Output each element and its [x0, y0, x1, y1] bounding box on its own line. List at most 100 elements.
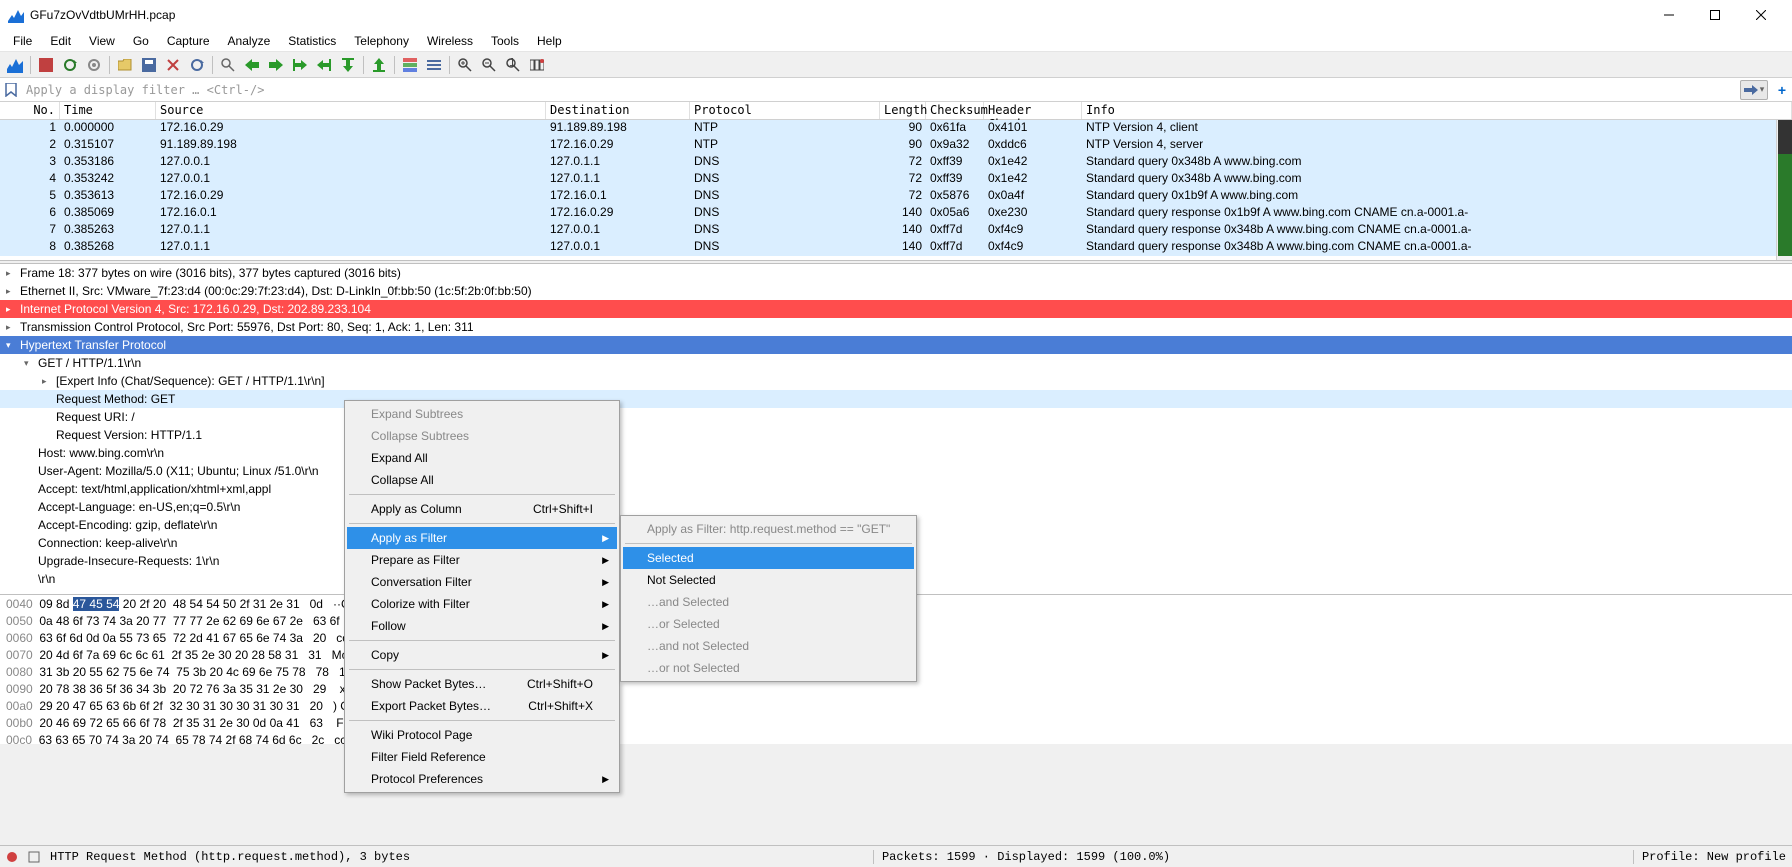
detail-tcp[interactable]: ▸Transmission Control Protocol, Src Port… — [0, 318, 1792, 336]
ctx-apply-filter[interactable]: Apply as Filter▶ — [347, 527, 617, 549]
colorize-icon[interactable] — [399, 54, 421, 76]
zoom-reset-icon[interactable]: 1 — [502, 54, 524, 76]
column-header-destination[interactable]: Destination — [546, 102, 690, 119]
resize-columns-icon[interactable] — [526, 54, 548, 76]
detail-request-version[interactable]: Request Version: HTTP/1.1 — [0, 426, 1792, 444]
maximize-button[interactable] — [1692, 0, 1738, 30]
detail-request-uri[interactable]: Request URI: / — [0, 408, 1792, 426]
packet-row[interactable]: 70.385263127.0.1.1127.0.0.1DNS1400xff7d0… — [0, 222, 1792, 239]
restart-capture-icon[interactable] — [59, 54, 81, 76]
menu-capture[interactable]: Capture — [158, 32, 219, 50]
detail-http[interactable]: ▾Hypertext Transfer Protocol — [0, 336, 1792, 354]
menu-view[interactable]: View — [80, 32, 124, 50]
packet-row[interactable]: 50.353613172.16.0.29172.16.0.1DNS720x587… — [0, 188, 1792, 205]
detail-frame[interactable]: ▸Frame 18: 377 bytes on wire (3016 bits)… — [0, 264, 1792, 282]
go-next-icon[interactable] — [265, 54, 287, 76]
start-capture-icon[interactable] — [4, 54, 26, 76]
go-last-icon[interactable] — [337, 54, 359, 76]
open-file-icon[interactable] — [114, 54, 136, 76]
column-header-checksum[interactable]: Checksum — [926, 102, 984, 119]
capture-options-icon[interactable] — [83, 54, 105, 76]
reload-icon[interactable] — [186, 54, 208, 76]
detail-user-agent[interactable]: User-Agent: Mozilla/5.0 (X11; Ubuntu; Li… — [0, 462, 1792, 480]
go-to-packet-icon[interactable] — [289, 54, 311, 76]
ctx-show-packet-bytes[interactable]: Show Packet Bytes…Ctrl+Shift+O — [347, 673, 617, 695]
zoom-in-icon[interactable] — [454, 54, 476, 76]
packet-row[interactable]: 60.385069172.16.0.1172.16.0.29DNS1400x05… — [0, 205, 1792, 222]
ctx-prepare-filter[interactable]: Prepare as Filter▶ — [347, 549, 617, 571]
ctx-apply-column[interactable]: Apply as ColumnCtrl+Shift+I — [347, 498, 617, 520]
menu-tools[interactable]: Tools — [482, 32, 528, 50]
menu-file[interactable]: File — [4, 32, 41, 50]
display-filter-input[interactable] — [22, 79, 1740, 101]
packet-row[interactable]: 80.385268127.0.1.1127.0.0.1DNS1400xff7d0… — [0, 239, 1792, 256]
packet-row[interactable]: 30.353186127.0.0.1127.0.1.1DNS720xff390x… — [0, 154, 1792, 171]
detail-accept[interactable]: Accept: text/html,application/xhtml+xml,… — [0, 480, 1792, 498]
find-packet-icon[interactable] — [217, 54, 239, 76]
zoom-out-icon[interactable] — [478, 54, 500, 76]
column-header-source[interactable]: Source — [156, 102, 546, 119]
ctx-collapse-all[interactable]: Collapse All — [347, 469, 617, 491]
menu-go[interactable]: Go — [124, 32, 158, 50]
menu-wireless[interactable]: Wireless — [418, 32, 482, 50]
ctx-copy[interactable]: Copy▶ — [347, 644, 617, 666]
packet-list[interactable]: 10.000000172.16.0.2991.189.89.198NTP900x… — [0, 120, 1792, 260]
ctx-follow[interactable]: Follow▶ — [347, 615, 617, 637]
detail-host[interactable]: Host: www.bing.com\r\n — [0, 444, 1792, 462]
ctx2-selected[interactable]: Selected — [623, 547, 914, 569]
menu-separator — [349, 494, 615, 495]
capture-file-icon[interactable] — [28, 851, 40, 863]
statusbar: HTTP Request Method (http.request.method… — [0, 845, 1792, 867]
minimize-button[interactable] — [1646, 0, 1692, 30]
column-header-time[interactable]: Time — [60, 102, 156, 119]
column-header-no[interactable]: No. — [0, 102, 60, 119]
packet-row[interactable]: 10.000000172.16.0.2991.189.89.198NTP900x… — [0, 120, 1792, 137]
filter-apply-button[interactable]: ▾ — [1740, 80, 1768, 100]
go-prev-icon[interactable] — [241, 54, 263, 76]
menu-separator — [625, 543, 912, 544]
detail-accept-language[interactable]: Accept-Language: en-US,en;q=0.5\r\n — [0, 498, 1792, 516]
window-title: GFu7zOvVdtbUMrHH.pcap — [30, 8, 1646, 22]
toolbar-separator — [30, 56, 31, 74]
ctx-protocol-prefs[interactable]: Protocol Preferences▶ — [347, 768, 617, 790]
filter-add-button[interactable]: + — [1772, 82, 1792, 98]
stop-capture-icon[interactable] — [35, 54, 57, 76]
column-header-hchecksum[interactable]: Header Checksum — [984, 102, 1082, 119]
column-header-info[interactable]: Info — [1082, 102, 1792, 119]
autoscroll-live-icon[interactable] — [423, 54, 445, 76]
menu-help[interactable]: Help — [528, 32, 571, 50]
detail-ip[interactable]: ▸Internet Protocol Version 4, Src: 172.1… — [0, 300, 1792, 318]
ctx-export-packet-bytes[interactable]: Export Packet Bytes…Ctrl+Shift+X — [347, 695, 617, 717]
toolbar-separator — [394, 56, 395, 74]
ctx-wiki-protocol[interactable]: Wiki Protocol Page — [347, 724, 617, 746]
column-header-protocol[interactable]: Protocol — [690, 102, 880, 119]
close-file-icon[interactable] — [162, 54, 184, 76]
ctx-conversation-filter[interactable]: Conversation Filter▶ — [347, 571, 617, 593]
detail-ethernet[interactable]: ▸Ethernet II, Src: VMware_7f:23:d4 (00:0… — [0, 282, 1792, 300]
menu-statistics[interactable]: Statistics — [279, 32, 345, 50]
ctx2-not-selected[interactable]: Not Selected — [623, 569, 914, 591]
ctx-expand-all[interactable]: Expand All — [347, 447, 617, 469]
expert-indicator-icon[interactable] — [6, 851, 18, 863]
auto-scroll-icon[interactable] — [368, 54, 390, 76]
toolbar-separator — [212, 56, 213, 74]
go-first-icon[interactable] — [313, 54, 335, 76]
detail-get[interactable]: ▾GET / HTTP/1.1\r\n — [0, 354, 1792, 372]
save-file-icon[interactable] — [138, 54, 160, 76]
packet-row[interactable]: 20.31510791.189.89.198172.16.0.29NTP900x… — [0, 137, 1792, 154]
detail-expert[interactable]: ▸[Expert Info (Chat/Sequence): GET / HTT… — [0, 372, 1792, 390]
close-button[interactable] — [1738, 0, 1784, 30]
detail-request-method[interactable]: Request Method: GET — [0, 390, 1792, 408]
ctx2-header: Apply as Filter: http.request.method == … — [623, 518, 914, 540]
status-profile[interactable]: Profile: New profile — [1633, 850, 1786, 864]
menu-edit[interactable]: Edit — [41, 32, 80, 50]
ctx-colorize-filter[interactable]: Colorize with Filter▶ — [347, 593, 617, 615]
menu-analyze[interactable]: Analyze — [219, 32, 280, 50]
column-header-length[interactable]: Length — [880, 102, 926, 119]
menubar: File Edit View Go Capture Analyze Statis… — [0, 30, 1792, 52]
filter-bookmark-icon[interactable] — [0, 79, 22, 101]
ctx-filter-field-ref[interactable]: Filter Field Reference — [347, 746, 617, 768]
display-filter-bar: ▾ + — [0, 78, 1792, 102]
menu-telephony[interactable]: Telephony — [345, 32, 418, 50]
packet-row[interactable]: 40.353242127.0.0.1127.0.1.1DNS720xff390x… — [0, 171, 1792, 188]
